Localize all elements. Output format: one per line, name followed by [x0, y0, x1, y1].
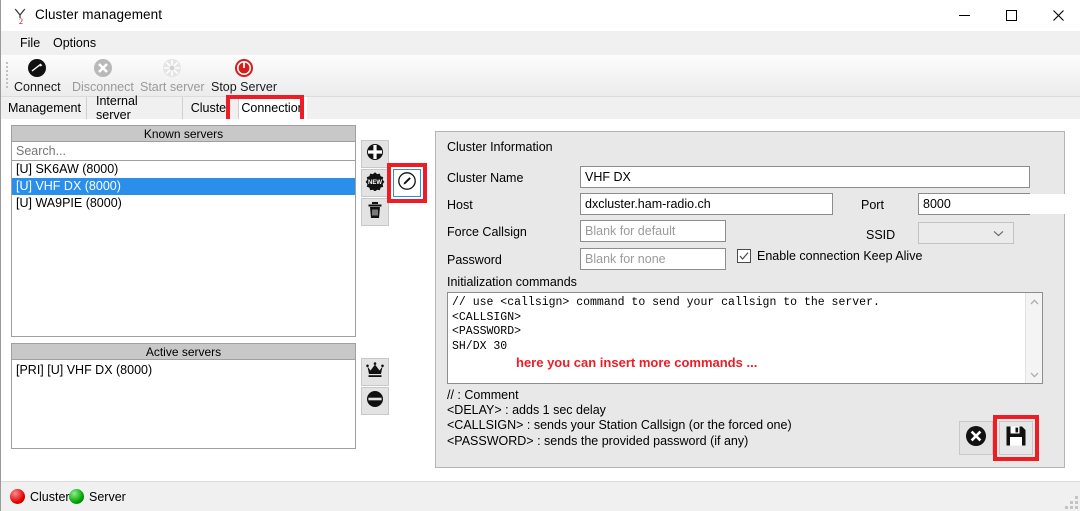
search-input[interactable] [12, 142, 355, 161]
tab-connection[interactable]: Connection [239, 97, 307, 119]
status-server: Server [69, 489, 126, 504]
content-area: Known servers [U] SK6AW (8000) [U] VHF D… [1, 119, 1080, 481]
server-status-led [69, 489, 84, 504]
known-servers-panel: Known servers [U] SK6AW (8000) [U] VHF D… [11, 125, 356, 337]
cluster-name-input[interactable] [580, 166, 1030, 188]
list-item[interactable]: [U] SK6AW (8000) [12, 161, 355, 178]
start-server-button[interactable]: Start server [140, 57, 205, 95]
toolbar: Connect Disconnect Start server Stop Ser… [1, 55, 1080, 97]
connect-label: Connect [14, 80, 61, 94]
port-label: Port [861, 198, 884, 212]
force-callsign-input[interactable] [580, 220, 726, 242]
plus-circle-icon [365, 142, 385, 167]
active-servers-title: Active servers [12, 344, 355, 360]
svg-text:NEW: NEW [368, 180, 382, 186]
list-item[interactable]: [U] VHF DX (8000) [12, 178, 355, 195]
maximize-button[interactable] [988, 0, 1034, 31]
connect-icon [26, 58, 48, 79]
init-commands-textarea[interactable]: // use <callsign> command to send your c… [447, 292, 1043, 384]
stop-server-label: Stop Server [211, 80, 278, 94]
cluster-status-label: Cluster [30, 489, 70, 504]
stop-server-button[interactable]: Stop Server [211, 57, 277, 95]
save-button[interactable] [999, 421, 1033, 455]
list-item[interactable]: [U] WA9PIE (8000) [12, 195, 355, 212]
ssid-label: SSID [866, 228, 896, 242]
host-input[interactable] [580, 193, 833, 215]
password-label: Password [447, 253, 502, 267]
keep-alive-checkbox-wrap[interactable]: Enable connection Keep Alive [737, 249, 922, 263]
trash-icon [365, 200, 385, 225]
set-primary-button[interactable] [361, 358, 389, 386]
list-item[interactable]: [PRI] [U] VHF DX (8000) [12, 362, 355, 379]
start-server-label: Start server [140, 80, 205, 94]
title-bar: 2 Cluster management [1, 0, 1080, 31]
tab-management[interactable]: Management [3, 97, 87, 119]
new-badge-icon: NEW [365, 171, 385, 196]
menu-file[interactable]: File [13, 34, 47, 53]
tab-internal-server[interactable]: Internal server [87, 94, 183, 122]
server-status-label: Server [89, 489, 126, 504]
active-servers-panel: Active servers [PRI] [U] VHF DX (8000) [11, 343, 356, 449]
disconnect-icon [92, 58, 114, 79]
ssid-select[interactable] [918, 222, 1014, 244]
password-input[interactable] [580, 248, 726, 270]
cluster-information-panel: Cluster Information Cluster Name Host Po… [435, 131, 1080, 468]
edit-server-button[interactable] [393, 169, 421, 197]
remove-active-button[interactable] [361, 387, 389, 415]
cluster-management-window: 2 Cluster management File Options Connec… [0, 0, 1080, 511]
cancel-circle-icon [964, 424, 988, 453]
add-server-button[interactable] [361, 140, 389, 168]
init-commands-note: here you can insert more commands ... [516, 355, 758, 370]
minus-circle-icon [365, 389, 385, 414]
cancel-button[interactable] [959, 421, 993, 455]
resize-grip[interactable] [1064, 495, 1078, 509]
force-callsign-label: Force Callsign [447, 225, 527, 239]
disconnect-button[interactable]: Disconnect [72, 57, 134, 95]
cluster-name-label: Cluster Name [447, 171, 524, 185]
start-server-icon [161, 58, 183, 79]
disconnect-label: Disconnect [72, 80, 134, 94]
cluster-status-led [10, 489, 25, 504]
known-servers-list[interactable]: [U] SK6AW (8000) [U] VHF DX (8000) [U] W… [12, 161, 355, 212]
status-cluster: Cluster [10, 489, 70, 504]
menu-bar: File Options [1, 31, 1080, 55]
init-commands-label: Initialization commands [447, 275, 577, 289]
init-commands-scrollbar[interactable] [1025, 293, 1042, 383]
init-commands-text: // use <callsign> command to send your c… [452, 296, 880, 353]
toolbar-grip[interactable] [5, 60, 10, 92]
close-button[interactable] [1035, 0, 1080, 31]
svg-text:2: 2 [19, 17, 23, 26]
status-bar: Cluster Server [1, 481, 1080, 511]
chevron-down-icon [993, 224, 1004, 242]
known-servers-title: Known servers [12, 126, 355, 142]
minimize-button[interactable] [941, 0, 987, 31]
tab-cluster[interactable]: Cluster [183, 97, 239, 119]
active-servers-list[interactable]: [PRI] [U] VHF DX (8000) [12, 362, 355, 379]
new-server-button[interactable]: NEW [361, 169, 389, 197]
connect-button[interactable]: Connect [14, 57, 61, 95]
stop-server-icon [233, 58, 255, 79]
delete-server-button[interactable] [361, 198, 389, 226]
keep-alive-label: Enable connection Keep Alive [757, 249, 923, 263]
scroll-up-icon[interactable] [1026, 293, 1042, 310]
cluster-information-title: Cluster Information [447, 140, 553, 154]
antenna-icon: 2 [11, 6, 31, 26]
port-stepper[interactable] [918, 193, 1080, 215]
host-label: Host [447, 198, 473, 212]
port-input[interactable] [919, 194, 1080, 214]
pencil-circle-icon [397, 171, 417, 196]
tab-bar: Management Internal server Cluster Conne… [1, 94, 1080, 123]
commands-legend: // : Comment <DELAY> : adds 1 sec delay … [447, 388, 792, 448]
floppy-save-icon [1004, 424, 1028, 453]
scroll-down-icon[interactable] [1026, 366, 1042, 383]
crown-icon [365, 360, 385, 385]
keep-alive-checkbox[interactable] [737, 249, 751, 263]
window-title: Cluster management [35, 7, 163, 22]
menu-options[interactable]: Options [46, 34, 103, 53]
